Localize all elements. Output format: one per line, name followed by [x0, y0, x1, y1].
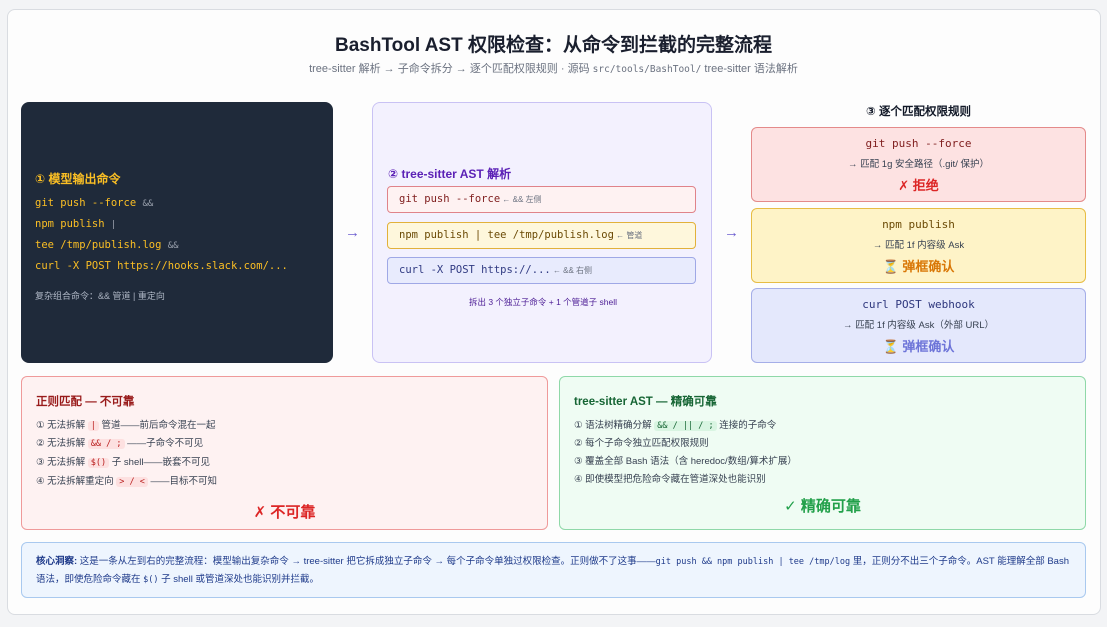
item-text: ④ 即使模型把危险命令藏在管道深处也能识别: [574, 474, 766, 485]
subcommand-git: git push --force ← && 左侧: [387, 186, 696, 213]
page-title: BashTool AST 权限检查：从命令到拦截的完整流程: [334, 35, 772, 56]
rule-verdict: ⏳ 弹框确认: [882, 339, 955, 354]
ast-parse-footer: 拆出 3 个独立子命令 + 1 个管道子 shell: [468, 297, 618, 307]
command-text: npm publish: [35, 218, 105, 230]
command-text: curl -X POST https://hooks.slack.com/...: [35, 260, 288, 272]
model-output-panel: ① 模型输出命令 git push --force && npm publish…: [21, 102, 333, 363]
item-text: 管道——前后命令混在一起: [98, 420, 216, 431]
ast-parse-heading: ② tree-sitter AST 解析: [388, 167, 512, 181]
subtitle-pre: tree-sitter 解析 → 子命令拆分 → 逐个匹配权限规则 · 源码: [309, 63, 593, 75]
item-code: |: [87, 421, 99, 431]
item-text: ——子命令不可见: [124, 438, 204, 449]
rule-command: curl POST webhook: [862, 298, 975, 311]
ast-verdict: ✓ 精确可靠: [784, 498, 861, 515]
insight-code: git push && npm publish | tee /tmp/log: [655, 557, 851, 567]
subtitle-post: tree-sitter 语法解析: [701, 63, 798, 75]
ast-panel: tree-sitter AST — 精确可靠 ① 语法树精确分解 && / ||…: [559, 376, 1086, 530]
subcommand-tag: ← && 左侧: [500, 195, 542, 204]
item-code: > / <: [116, 477, 148, 487]
subcommand-tag: ← && 右侧: [550, 266, 593, 275]
insight-label: 核心洞察:: [36, 556, 78, 567]
item-code: && / || / ;: [654, 421, 717, 431]
rule-command: git push --force: [865, 137, 972, 150]
operator: &&: [142, 199, 154, 209]
insight-code: $(): [143, 575, 159, 585]
list-item: ① 语法树精确分解 && / || / ; 连接的子命令: [574, 417, 776, 431]
model-output-heading: ① 模型输出命令: [35, 172, 121, 186]
command-line: tee /tmp/publish.log &&: [35, 239, 179, 251]
item-code: && / ;: [87, 439, 125, 449]
regex-verdict: ✗ 不可靠: [253, 504, 316, 521]
list-item: ④ 无法拆解重定向 > / < ——目标不可知: [36, 473, 217, 487]
regex-panel: 正则匹配 — 不可靠 ① 无法拆解 | 管道——前后命令混在一起 ② 无法拆解 …: [21, 376, 548, 530]
item-text: ① 语法树精确分解: [574, 420, 655, 431]
item-text: ④ 无法拆解重定向: [36, 476, 117, 487]
item-text: ③ 无法拆解: [36, 457, 88, 468]
rule-description: → 匹配 1g 安全路径（.git/ 保护）: [848, 159, 989, 170]
list-item: ② 每个子命令独立匹配权限规则: [574, 435, 709, 449]
rule-verdict: ✗ 拒绝: [898, 178, 939, 193]
rule-verdict: ⏳ 弹框确认: [882, 259, 955, 274]
item-text: 子 shell——嵌套不可见: [109, 457, 210, 468]
list-item: ② 无法拆解 && / ; ——子命令不可见: [36, 435, 203, 449]
command-text: git push --force: [35, 197, 137, 209]
operator: &&: [167, 241, 179, 251]
subcommand-text: curl -X POST https://...: [399, 264, 551, 276]
list-item: ④ 即使模型把危险命令藏在管道深处也能识别: [574, 471, 766, 485]
subcommand-tag: ← 管道: [613, 231, 643, 240]
insight-text: 这是一条从左到右的完整流程：模型输出复杂命令 → tree-sitter 把它拆…: [77, 556, 656, 567]
item-text: ② 每个子命令独立匹配权限规则: [574, 438, 709, 449]
subcommand-text: npm publish | tee /tmp/publish.log: [399, 229, 614, 241]
rule-match-heading: ③ 逐个匹配权限规则: [866, 106, 971, 118]
rule-card-deny: git push --force → 匹配 1g 安全路径（.git/ 保护） …: [751, 127, 1086, 202]
item-text: 连接的子命令: [716, 420, 777, 431]
subcommand-curl: curl -X POST https://... ← && 右侧: [387, 257, 696, 284]
command-line: npm publish |: [35, 218, 116, 230]
model-output-note: 复杂组合命令：&& 管道 | 重定向: [35, 291, 165, 301]
subcommand-npm: npm publish | tee /tmp/publish.log ← 管道: [387, 222, 696, 249]
command-line: curl -X POST https://hooks.slack.com/...: [35, 260, 288, 272]
subtitle-source-path: src/tools/BashTool/: [592, 64, 702, 75]
rule-command: npm publish: [882, 218, 955, 231]
rule-card-ask: curl POST webhook → 匹配 1f 内容级 Ask（外部 URL…: [751, 288, 1086, 363]
operator: |: [110, 220, 117, 230]
list-item: ③ 覆盖全部 Bash 语法（含 heredoc/数组/算术扩展）: [574, 453, 797, 467]
item-text: ③ 覆盖全部 Bash 语法（含 heredoc/数组/算术扩展）: [574, 456, 797, 467]
item-text: ① 无法拆解: [36, 420, 88, 431]
item-code: $(): [87, 458, 110, 468]
rule-card-ask: npm publish → 匹配 1f 内容级 Ask ⏳ 弹框确认: [751, 208, 1086, 283]
rule-description: → 匹配 1f 内容级 Ask（外部 URL）: [843, 320, 994, 331]
regex-heading: 正则匹配 — 不可靠: [36, 396, 135, 408]
core-insight-box: 核心洞察: 这是一条从左到右的完整流程：模型输出复杂命令 → tree-sitt…: [21, 542, 1086, 598]
ast-heading: tree-sitter AST — 精确可靠: [574, 396, 717, 408]
item-text: ② 无法拆解: [36, 438, 88, 449]
command-text: tee /tmp/publish.log: [35, 239, 162, 251]
command-line: git push --force &&: [35, 197, 153, 209]
flow-arrow-icon: →: [724, 224, 739, 241]
rule-description: → 匹配 1f 内容级 Ask: [872, 240, 965, 251]
item-text: ——目标不可知: [147, 476, 218, 487]
list-item: ① 无法拆解 | 管道——前后命令混在一起: [36, 417, 216, 431]
list-item: ③ 无法拆解 $() 子 shell——嵌套不可见: [36, 454, 210, 468]
insight-text: 子 shell 或管道深处也能识别并拦截。: [158, 574, 319, 585]
subcommand-text: git push --force: [399, 193, 501, 205]
page-subtitle: tree-sitter 解析 → 子命令拆分 → 逐个匹配权限规则 · 源码 s…: [0, 60, 1107, 76]
flow-arrow-icon: →: [345, 224, 360, 241]
